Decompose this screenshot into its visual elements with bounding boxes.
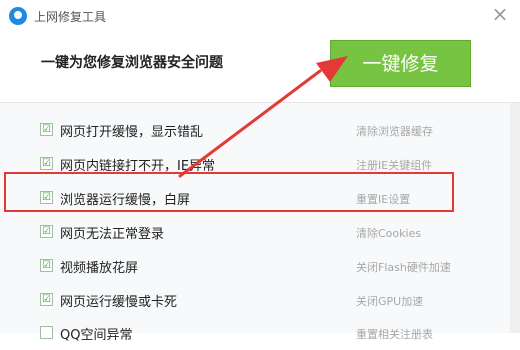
window-title: 上网修复工具 (34, 10, 107, 24)
checkbox[interactable]: ☑ (40, 225, 53, 238)
issue-list: ☑ 网页打开缓慢，显示错乱 清除浏览器缓存 ☑ 网页内链接打不开，IE异常 注册… (0, 103, 520, 343)
issue-action: 注册IE关键组件 (356, 159, 433, 172)
issue-row: ☑ 视频播放花屏 关闭Flash硬件加速 (0, 249, 520, 283)
checkbox[interactable]: ☑ (40, 259, 53, 272)
checkbox[interactable]: ☑ (40, 293, 53, 306)
one-click-fix-button[interactable]: 一键修复 (330, 40, 471, 87)
title-bar: 上网修复工具 × (0, 0, 520, 30)
issue-label: 视频播放花屏 (60, 261, 139, 276)
issue-label: QQ空间异常 (60, 328, 133, 343)
issue-row: ☑ 网页打开缓慢，显示错乱 清除浏览器缓存 (0, 113, 520, 147)
issue-row: QQ空间异常 重置相关注册表 (0, 316, 520, 350)
checkbox[interactable]: ☑ (40, 157, 53, 170)
issue-action: 关闭GPU加速 (356, 295, 424, 308)
issue-label: 网页运行缓慢或卡死 (60, 295, 178, 310)
app-logo-icon (9, 7, 27, 25)
issue-label: 网页无法正常登录 (60, 227, 165, 242)
scrollbar[interactable] (510, 103, 520, 333)
page-heading: 一键为您修复浏览器安全问题 (41, 55, 223, 71)
highlight-box (4, 172, 454, 212)
checkbox[interactable]: ☑ (40, 123, 53, 136)
issue-action: 重置相关注册表 (356, 328, 433, 341)
issue-row: ☑ 网页无法正常登录 清除Cookies (0, 215, 520, 249)
issue-action: 关闭Flash硬件加速 (356, 261, 451, 274)
issue-label: 网页打开缓慢，显示错乱 (60, 125, 204, 140)
header: 一键为您修复浏览器安全问题 一键修复 (0, 30, 520, 102)
close-button[interactable]: × (488, 2, 512, 26)
issue-action: 清除Cookies (356, 227, 422, 240)
issue-action: 清除浏览器缓存 (356, 125, 433, 138)
issue-row: ☑ 网页运行缓慢或卡死 关闭GPU加速 (0, 283, 520, 317)
